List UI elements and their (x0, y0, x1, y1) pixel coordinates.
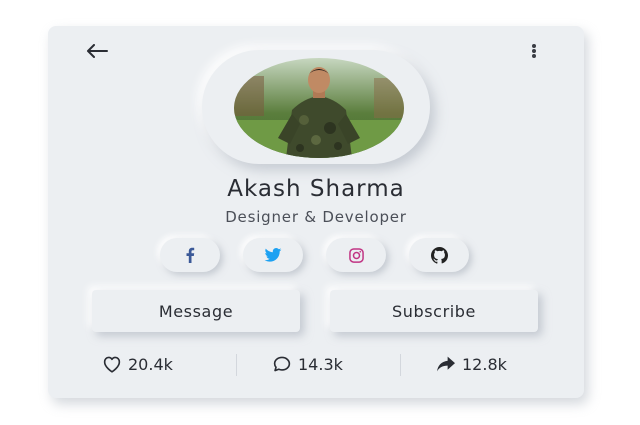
facebook-icon (186, 247, 195, 263)
likes-stat[interactable]: 20.4k (102, 352, 173, 376)
more-vertical-icon (532, 44, 536, 58)
github-icon (430, 246, 448, 264)
profile-role: Designer & Developer (225, 208, 407, 226)
stat-divider (236, 354, 237, 376)
heart-icon (103, 356, 121, 373)
shares-stat[interactable]: 12.8k (436, 352, 507, 376)
shares-count: 12.8k (462, 354, 507, 374)
avatar (234, 58, 404, 158)
back-button[interactable] (84, 40, 110, 62)
arrow-left-icon (87, 44, 108, 58)
instagram-icon (348, 247, 364, 263)
twitter-button[interactable] (243, 238, 303, 272)
stat-divider (400, 354, 401, 376)
likes-count: 20.4k (128, 354, 173, 374)
message-button[interactable]: Message (92, 290, 300, 332)
profile-name: Akash Sharma (227, 176, 405, 202)
twitter-icon (264, 248, 282, 262)
more-options-button[interactable] (524, 40, 544, 62)
subscribe-button[interactable]: Subscribe (330, 290, 538, 332)
share-arrow-icon (437, 356, 455, 372)
profile-card: Akash Sharma Designer & Developer Messag… (48, 26, 584, 398)
github-button[interactable] (409, 238, 469, 272)
comments-count: 14.3k (298, 354, 343, 374)
facebook-button[interactable] (160, 238, 220, 272)
comment-icon (273, 356, 291, 372)
instagram-button[interactable] (326, 238, 386, 272)
comments-stat[interactable]: 14.3k (272, 352, 343, 376)
